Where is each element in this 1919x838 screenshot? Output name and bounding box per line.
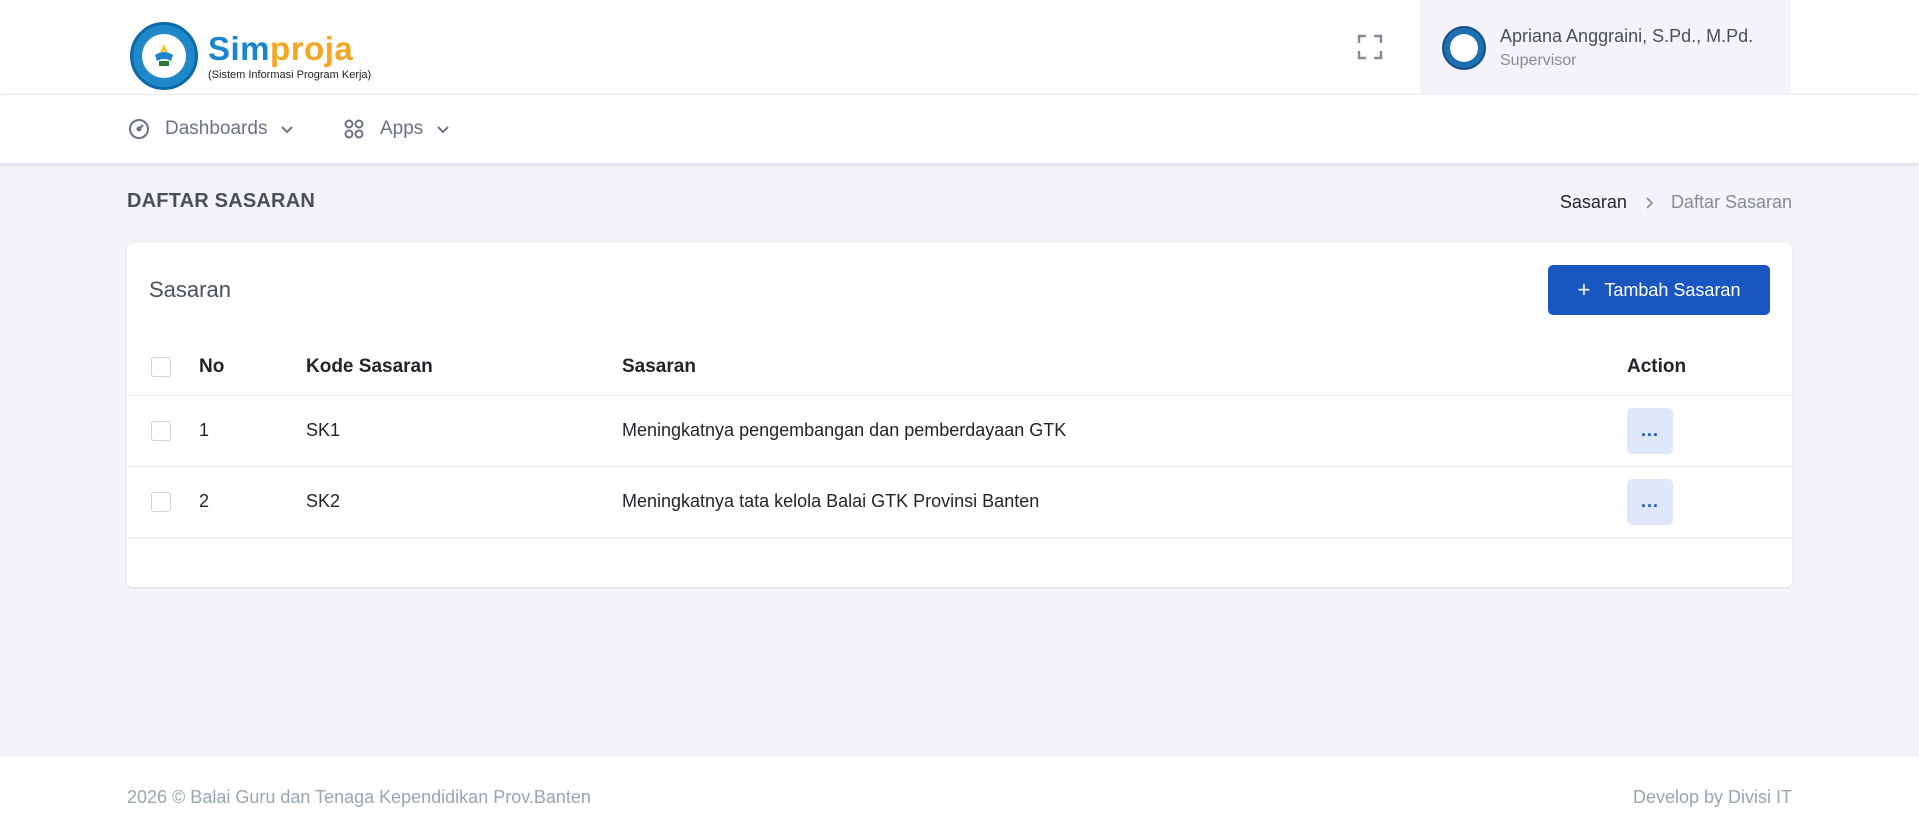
user-name: Apriana Anggraini, S.Pd., M.Pd. (1500, 25, 1754, 46)
avatar (1442, 25, 1486, 70)
more-options-button[interactable]: ... (1627, 478, 1673, 525)
brand-logo[interactable]: Simproja (Sistem Informasi Program Kerja… (130, 22, 371, 90)
cell-no: 2 (199, 465, 306, 538)
page-footer: 2026 © Balai Guru dan Tenaga Kependidika… (0, 757, 1919, 838)
cell-kode: SK1 (306, 394, 622, 466)
speedometer-icon (129, 119, 149, 139)
breadcrumb: Sasaran Daftar Sasaran (1560, 192, 1792, 213)
page-title: DAFTAR SASARAN (127, 190, 315, 212)
user-info: Apriana Anggraini, S.Pd., M.Pd. Supervis… (1500, 26, 1753, 70)
select-all-checkbox[interactable] (151, 356, 171, 377)
brand-subtitle: (Sistem Informasi Program Kerja) (208, 69, 372, 81)
cell-no: 1 (199, 394, 306, 466)
header-check-cell (127, 339, 199, 395)
cell-action: ... (1627, 465, 1792, 538)
row-checkbox[interactable] (151, 421, 171, 442)
cell-sasaran: Meningkatnya pengembangan dan pemberdaya… (622, 394, 1627, 466)
more-horizontal-icon: ... (1640, 491, 1659, 511)
nav-label-apps: Apps (380, 118, 424, 139)
header-action: Action (1627, 355, 1687, 377)
chevron-down-icon (437, 126, 450, 134)
footer-copyright: 2026 © Balai Guru dan Tenaga Kependidika… (127, 787, 591, 807)
cell-action: ... (1627, 394, 1792, 466)
chevron-down-icon (281, 126, 294, 134)
table-row: 1 SK1 Meningkatnya pengembangan dan pemb… (127, 394, 1792, 466)
breadcrumb-current: Daftar Sasaran (1670, 192, 1792, 212)
add-sasaran-button[interactable]: + Tambah Sasaran (1548, 265, 1770, 315)
cell-kode: SK2 (306, 465, 622, 538)
brand-text: Simproja (Sistem Informasi Program Kerja… (208, 31, 372, 82)
top-header: Simproja (Sistem Informasi Program Kerja… (0, 0, 1919, 95)
brand-title: Simproja (208, 31, 371, 67)
nav-item-dashboards[interactable]: Dashboards (127, 95, 295, 163)
plus-icon: + (1577, 277, 1591, 302)
main-navbar: Dashboards Apps (0, 95, 1919, 163)
sasaran-table: No Kode Sasaran Sasaran Action 1 SK1 Men… (127, 339, 1792, 538)
add-sasaran-label: Tambah Sasaran (1604, 279, 1741, 300)
header-no: No (199, 355, 225, 377)
header-kode: Kode Sasaran (306, 355, 433, 377)
table-row: 2 SK2 Meningkatnya tata kelola Balai GTK… (127, 465, 1792, 538)
more-horizontal-icon: ... (1640, 420, 1659, 440)
brand-title-proja: proja (270, 30, 354, 67)
row-check-cell (127, 465, 199, 538)
user-menu[interactable]: Apriana Anggraini, S.Pd., M.Pd. Supervis… (1420, 0, 1791, 95)
user-role: Supervisor (1500, 51, 1577, 69)
sasaran-card: Sasaran + Tambah Sasaran No Kode Sasaran… (127, 243, 1792, 587)
footer-credit: Develop by Divisi IT (1632, 787, 1792, 807)
chevron-right-icon (1646, 196, 1654, 209)
row-checkbox[interactable] (151, 492, 171, 513)
header-sasaran: Sasaran (622, 355, 696, 377)
table-header-row: No Kode Sasaran Sasaran Action (127, 339, 1792, 395)
apps-grid-icon (344, 119, 364, 139)
breadcrumb-link-sasaran[interactable]: Sasaran (1560, 192, 1627, 213)
row-check-cell (127, 394, 199, 466)
cell-sasaran: Meningkatnya tata kelola Balai GTK Provi… (622, 465, 1627, 538)
more-options-button[interactable]: ... (1627, 407, 1673, 454)
fullscreen-icon[interactable] (1356, 33, 1384, 61)
brand-title-sim: Sim (208, 30, 271, 67)
card-title: Sasaran (149, 277, 231, 302)
tut-wuri-emblem-icon (130, 22, 198, 90)
nav-label-dashboards: Dashboards (165, 118, 268, 139)
nav-item-apps[interactable]: Apps (342, 95, 451, 163)
